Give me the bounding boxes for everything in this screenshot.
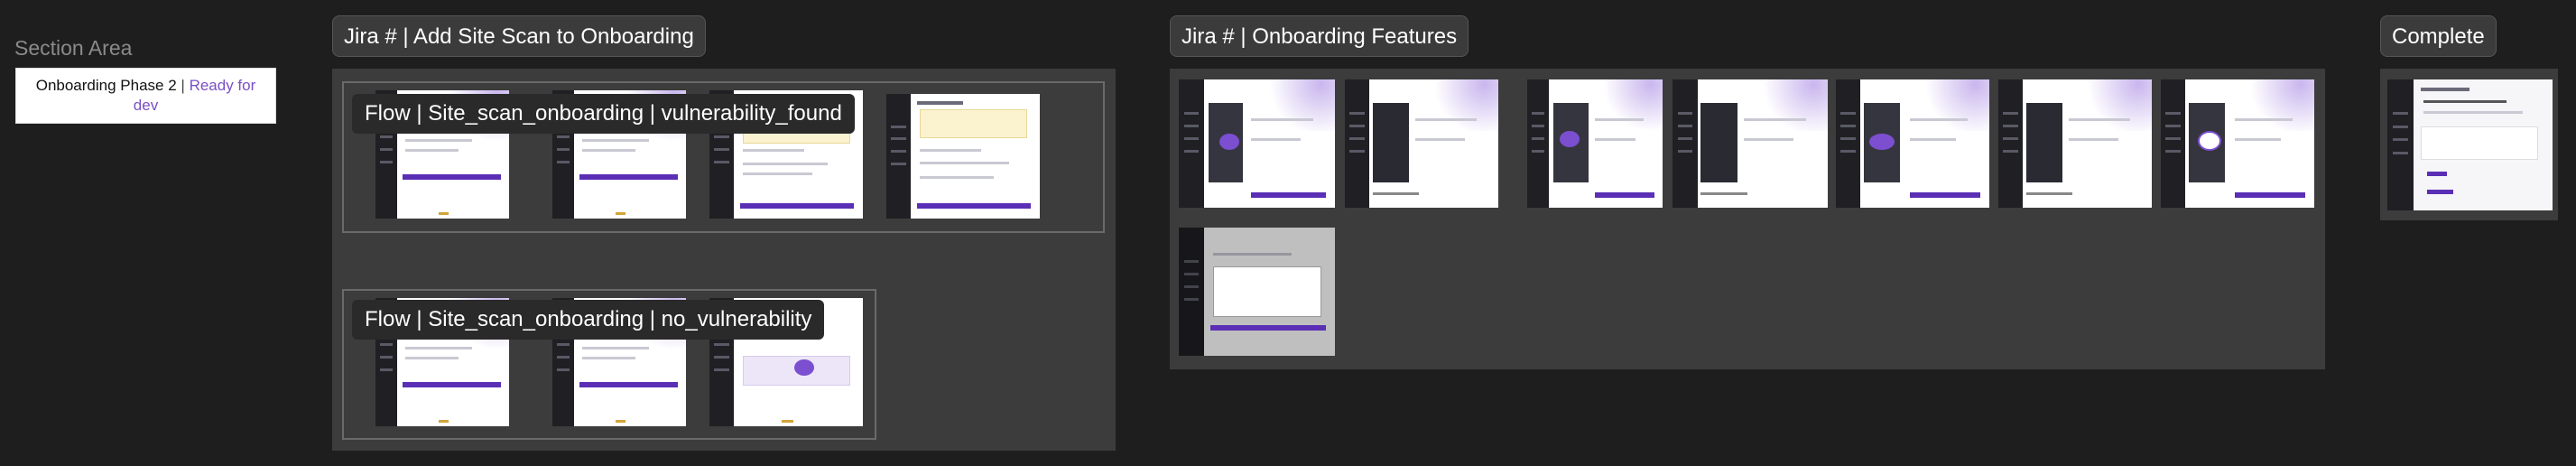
screen-thumbnail[interactable] [2387,79,2553,210]
flow-label-vulnerability-found[interactable]: Flow | Site_scan_onboarding | vulnerabil… [352,94,855,134]
note-text: Onboarding Phase 2 [35,77,177,94]
screen-thumbnail[interactable] [1527,79,1663,208]
section-label-onboarding-features[interactable]: Jira # | Onboarding Features [1170,15,1469,57]
screen-thumbnail[interactable] [1998,79,2152,208]
section-label-site-scan[interactable]: Jira # | Add Site Scan to Onboarding [332,15,706,57]
screen-thumbnail[interactable] [1673,79,1828,208]
screen-thumbnail[interactable] [886,94,1040,219]
flow-label-no-vulnerability[interactable]: Flow | Site_scan_onboarding | no_vulnera… [352,300,825,340]
screen-thumbnail[interactable] [1179,228,1335,356]
section-area-title: Section Area [14,36,133,60]
screen-thumbnail[interactable] [2161,79,2314,208]
screen-thumbnail[interactable] [1179,79,1335,208]
note-separator: | [181,77,185,94]
sticky-note[interactable]: Onboarding Phase 2 | Ready for dev [15,68,276,124]
screen-thumbnail[interactable] [1836,79,1989,208]
screen-thumbnail[interactable] [1345,79,1498,208]
section-label-complete[interactable]: Complete [2380,15,2497,57]
